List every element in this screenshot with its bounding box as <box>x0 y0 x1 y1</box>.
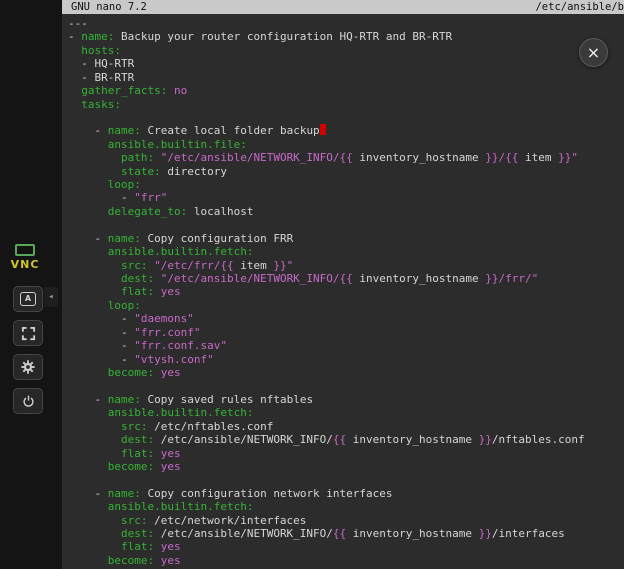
code-line: - name: Backup your router configuration… <box>68 30 624 43</box>
code-line: flat: yes <box>68 285 624 298</box>
code-line: dest: /etc/ansible/NETWORK_INFO/{{ inven… <box>68 527 624 540</box>
code-line: - name: Create local folder backup <box>68 124 624 137</box>
settings-button[interactable] <box>13 354 43 380</box>
code-line <box>68 379 624 392</box>
code-line: ansible.builtin.fetch: <box>68 406 624 419</box>
code-line: flat: yes <box>68 447 624 460</box>
vnc-control-bar: VNC ◂ A <box>0 0 62 569</box>
code-line: dest: "/etc/ansible/NETWORK_INFO/{{ inve… <box>68 272 624 285</box>
code-line: gather_facts: no <box>68 84 624 97</box>
fullscreen-button[interactable] <box>13 320 43 346</box>
code-line: - name: Copy configuration FRR <box>68 232 624 245</box>
gear-icon <box>20 359 36 375</box>
code-line <box>68 218 624 231</box>
code-line: delegate_to: localhost <box>68 205 624 218</box>
code-line: - BR-RTR <box>68 71 624 84</box>
nano-titlebar: GNU nano 7.2 /etc/ansible/b <box>62 0 624 14</box>
fullscreen-icon <box>21 326 36 341</box>
code-line: - "frr.conf.sav" <box>68 339 624 352</box>
code-line: src: /etc/network/interfaces <box>68 514 624 527</box>
code-line: ansible.builtin.fetch: <box>68 500 624 513</box>
code-line: --- <box>68 17 624 30</box>
code-line <box>68 473 624 486</box>
code-line: flat: yes <box>68 540 624 553</box>
code-line: loop: <box>68 299 624 312</box>
desktop: VNC ◂ A GNU nano 7.2 /etc/ansible/b ----… <box>0 0 624 569</box>
code-line: - "frr" <box>68 191 624 204</box>
code-line: src: /etc/nftables.conf <box>68 420 624 433</box>
code-line: - name: Copy saved rules nftables <box>68 393 624 406</box>
close-icon: × <box>587 43 600 62</box>
code-line: - "frr.conf" <box>68 326 624 339</box>
power-icon <box>21 394 36 409</box>
code-line <box>68 111 624 124</box>
close-button[interactable]: × <box>579 38 608 67</box>
keyboard-key-icon: A <box>20 292 36 306</box>
novnc-logo: VNC <box>6 244 44 271</box>
code-line: dest: /etc/ansible/NETWORK_INFO/{{ inven… <box>68 433 624 446</box>
code-line: - HQ-RTR <box>68 57 624 70</box>
control-bar-handle[interactable]: ◂ <box>44 287 58 307</box>
terminal-window: GNU nano 7.2 /etc/ansible/b ---- name: B… <box>62 0 624 569</box>
novnc-logo-text: VNC <box>6 258 44 271</box>
code-line: hosts: <box>68 44 624 57</box>
code-line: path: "/etc/ansible/NETWORK_INFO/{{ inve… <box>68 151 624 164</box>
nano-version: GNU nano 7.2 <box>71 0 147 14</box>
editor-content[interactable]: ---- name: Backup your router configurat… <box>62 14 624 567</box>
code-line: ansible.builtin.fetch: <box>68 245 624 258</box>
code-line: loop: <box>68 178 624 191</box>
code-line: ansible.builtin.file: <box>68 138 624 151</box>
code-line: become: yes <box>68 366 624 379</box>
collapse-arrow-icon: ◂ <box>48 292 53 302</box>
code-line: become: yes <box>68 460 624 473</box>
code-line: state: directory <box>68 165 624 178</box>
code-line: src: "/etc/frr/{{ item }}" <box>68 259 624 272</box>
code-line: - name: Copy configuration network inter… <box>68 487 624 500</box>
text-cursor <box>320 124 326 135</box>
code-line: - "vtysh.conf" <box>68 353 624 366</box>
extra-keys-button[interactable]: A <box>13 286 43 312</box>
code-line: tasks: <box>68 98 624 111</box>
power-button[interactable] <box>13 388 43 414</box>
code-line: - "daemons" <box>68 312 624 325</box>
novnc-logo-mark-icon <box>15 244 35 256</box>
code-line: become: yes <box>68 554 624 567</box>
nano-filename: /etc/ansible/b <box>535 0 624 14</box>
